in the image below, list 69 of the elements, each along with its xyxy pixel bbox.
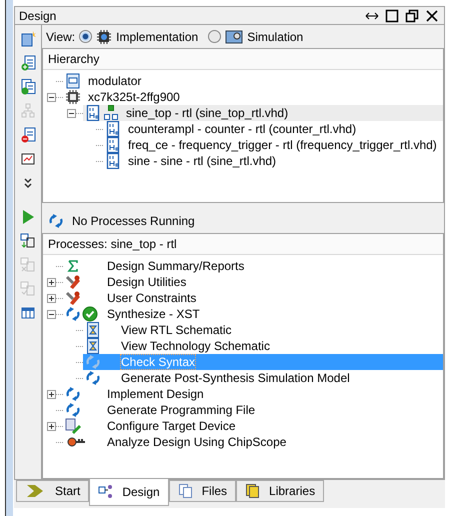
- view-label: View:: [46, 30, 76, 44]
- module-icon: [65, 73, 81, 89]
- process-item[interactable]: Synthesize - XST: [63, 306, 443, 322]
- add-copy-icon: [20, 79, 36, 95]
- hierarchy-header: Hierarchy: [43, 49, 443, 70]
- expander-icon[interactable]: [67, 108, 76, 118]
- process-item[interactable]: View RTL Schematic: [83, 322, 443, 338]
- processes-header: Processes: sine_top - rtl: [43, 234, 443, 255]
- expander-icon[interactable]: [47, 278, 56, 286]
- expander-icon[interactable]: [47, 92, 56, 102]
- process-item[interactable]: Configure Target Device: [63, 418, 443, 434]
- grid-icon: [20, 103, 36, 119]
- process-item[interactable]: Generate Programming File: [63, 402, 443, 418]
- hierarchy-item[interactable]: modulator: [63, 73, 443, 89]
- check-circle-icon: [82, 306, 98, 322]
- hierarchy-item[interactable]: freq_ce - frequency_trigger - rtl (frequency_trigger_rtl.vhd): [103, 137, 443, 153]
- expander-icon[interactable]: [47, 294, 56, 302]
- view-radio[interactable]: Simulation: [208, 28, 304, 44]
- new-file-icon: [20, 31, 36, 47]
- process-item[interactable]: User Constraints: [63, 290, 443, 306]
- refresh-icon: [85, 370, 101, 386]
- add-file-icon: [20, 55, 36, 71]
- table-icon: [20, 305, 36, 321]
- hierarchy-item[interactable]: sine - sine - rtl (sine_rtl.vhd): [103, 153, 443, 169]
- library-icon: [245, 483, 262, 499]
- panel-tab[interactable]: Files: [168, 480, 236, 502]
- device-icon: [65, 418, 81, 434]
- process-item[interactable]: Design Utilities: [63, 274, 443, 290]
- simulator-icon: [225, 28, 244, 44]
- schematic-icon: [85, 338, 101, 354]
- schematic-icon: [85, 322, 101, 338]
- view-radio[interactable]: Implementation: [79, 28, 198, 44]
- chip-chart-icon: [20, 151, 36, 167]
- panel-tab[interactable]: Start: [16, 480, 90, 502]
- run-icon: [20, 209, 36, 225]
- process-item[interactable]: View Technology Schematic: [83, 338, 443, 354]
- restore-icon: [404, 8, 420, 24]
- expander-icon[interactable]: [47, 310, 56, 318]
- close-icon: [424, 8, 440, 24]
- vhdl-file-icon: [105, 137, 121, 153]
- vhdl-file-icon: [85, 105, 101, 121]
- panel-tab[interactable]: Libraries: [236, 480, 324, 502]
- process-item[interactable]: Generate Post-Synthesis Simulation Model: [83, 370, 443, 386]
- remove-file-icon: [20, 127, 36, 143]
- hierarchy-icon: [98, 484, 114, 500]
- hierarchy-item[interactable]: counterampl - counter - rtl (counter_rtl.vhd): [103, 121, 443, 137]
- process-item[interactable]: Analyze Design Using ChipScope: [63, 434, 443, 450]
- expander-icon[interactable]: [47, 422, 56, 430]
- maximize-icon: [384, 8, 400, 24]
- vhdl-file-icon: [105, 153, 121, 169]
- panel-title: Design: [19, 8, 56, 22]
- sigma-icon: [65, 258, 81, 274]
- vhdl-file-icon: [105, 121, 121, 137]
- refresh-icon: [48, 213, 64, 229]
- hierarchy-item[interactable]: xc7k325t-2ffg900: [63, 89, 443, 105]
- expander-icon[interactable]: [47, 390, 56, 398]
- refresh-icon: [85, 354, 101, 370]
- panel-tab[interactable]: Design: [89, 479, 169, 506]
- tools-icon: [65, 274, 81, 290]
- refresh-icon: [65, 386, 81, 402]
- hierarchy-icon: [103, 105, 119, 121]
- refresh-icon: [65, 402, 81, 418]
- process-item[interactable]: Design Summary/Reports: [63, 258, 443, 274]
- files-icon: [178, 483, 194, 499]
- status-text: No Processes Running: [72, 214, 195, 228]
- hierarchy-item[interactable]: sine_top - rtl (sine_top_rtl.vhd): [83, 105, 443, 121]
- tools-icon: [65, 290, 81, 306]
- refresh-icon: [65, 306, 81, 322]
- process-item[interactable]: Implement Design: [63, 386, 443, 402]
